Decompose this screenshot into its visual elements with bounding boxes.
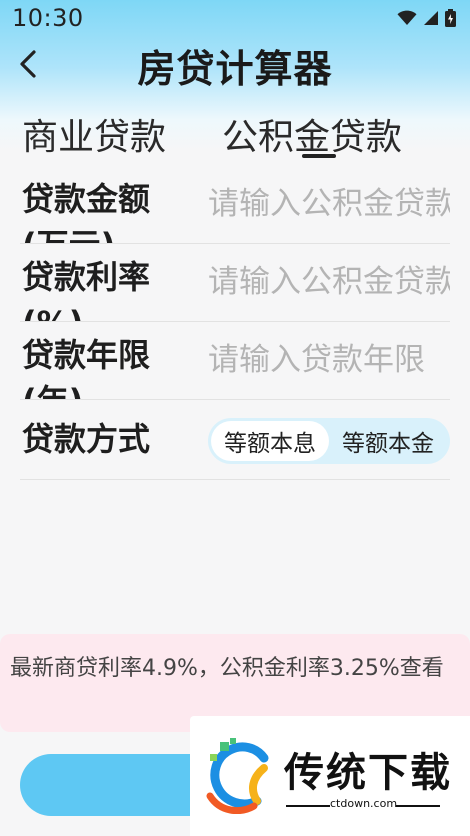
tab-provident-fund-loan[interactable]: 公积金贷款 xyxy=(222,108,402,160)
tab-commercial-loan[interactable]: 商业贷款 xyxy=(22,108,166,160)
loan-method-label: 贷款方式 xyxy=(22,420,151,458)
loan-rate-row: 贷款利率(%) xyxy=(20,244,450,322)
brand-url: ctdown.com xyxy=(330,797,398,810)
rate-notice-text: 最新商贷利率4.9%，公积金利率3.25%查看 xyxy=(10,656,444,681)
loan-amount-label: 贷款金额(万元) xyxy=(22,180,151,243)
status-bar: 10:30 xyxy=(0,0,470,36)
equal-installment-option[interactable]: 等额本息 xyxy=(211,421,329,461)
divider xyxy=(286,805,330,807)
loan-form: 贷款金额(万元) 贷款利率(%) 贷款年限(年) 贷款方式 等额本息 等额本金 xyxy=(20,166,450,480)
app-header: 房贷计算器 xyxy=(0,36,470,94)
loan-amount-row: 贷款金额(万元) xyxy=(20,166,450,244)
brand-name: 传统下载 xyxy=(284,750,452,796)
page-title: 房贷计算器 xyxy=(137,46,333,91)
status-icons xyxy=(397,9,456,27)
loan-years-row: 贷款年限(年) xyxy=(20,322,450,400)
loan-method-row: 贷款方式 等额本息 等额本金 xyxy=(20,400,450,480)
active-tab-indicator xyxy=(302,154,336,158)
repayment-method-toggle: 等额本息 等额本金 xyxy=(208,418,450,464)
divider xyxy=(396,805,440,807)
chevron-left-icon xyxy=(20,50,36,78)
signal-icon xyxy=(424,11,438,25)
site-watermark: 传统下载 ctdown.com xyxy=(190,716,470,836)
brand-logo-icon xyxy=(206,738,269,814)
battery-icon xyxy=(445,9,456,27)
wifi-icon xyxy=(397,10,417,25)
loan-rate-input[interactable] xyxy=(208,258,450,306)
loan-amount-input[interactable] xyxy=(208,180,450,228)
status-time: 10:30 xyxy=(12,4,84,32)
back-button[interactable] xyxy=(10,44,46,84)
equal-principal-option[interactable]: 等额本金 xyxy=(329,421,447,461)
loan-years-label: 贷款年限(年) xyxy=(22,336,151,399)
loan-rate-label: 贷款利率(%) xyxy=(22,258,151,321)
loan-years-input[interactable] xyxy=(208,336,450,384)
loan-type-tabs: 商业贷款 公积金贷款 xyxy=(0,104,470,160)
